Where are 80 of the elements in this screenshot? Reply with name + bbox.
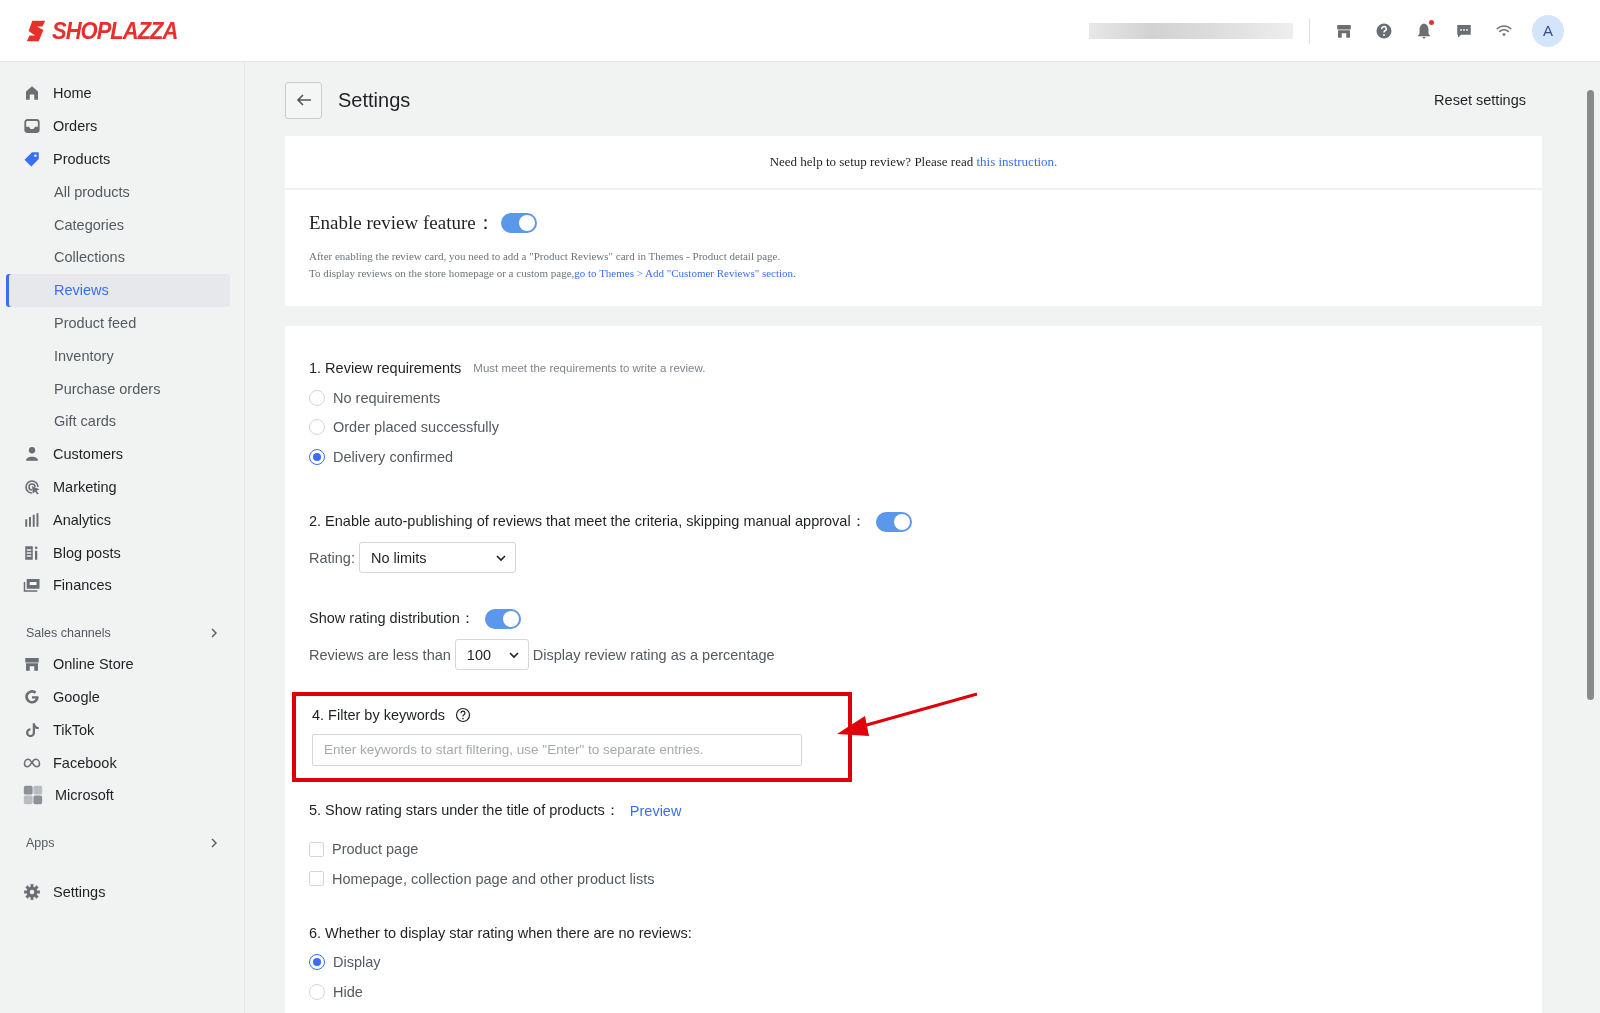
toggle-switch[interactable] <box>500 213 537 233</box>
sidebar-item[interactable]: Online Store <box>9 647 230 681</box>
section-title: 1. Review requirements <box>309 360 462 376</box>
arrow-left-icon <box>295 92 312 108</box>
person-icon <box>23 445 41 464</box>
sidebar-item[interactable]: Google <box>9 680 230 714</box>
sidebar-item[interactable]: Marketing <box>9 470 230 504</box>
section-title: 5. Show rating stars under the title of products： <box>309 801 620 820</box>
option-label: Homepage, collection page and other product lists <box>332 870 655 887</box>
sidebar-item[interactable]: Customers <box>9 437 230 471</box>
sidebar-item[interactable]: Products <box>9 142 230 176</box>
logo-text: SHOPLAZZA <box>52 16 178 45</box>
sidebar-item[interactable]: Gift cards <box>9 404 230 438</box>
keywords-input[interactable]: Enter keywords to start filtering, use "Enter" to separate entries. <box>312 733 802 766</box>
sidebar-item[interactable]: Blog posts <box>9 536 230 569</box>
sidebar-item[interactable]: Categories <box>9 208 230 241</box>
bar-chart-icon <box>23 510 41 529</box>
radio-button[interactable] <box>309 954 325 971</box>
help-text: Need help to setup review? Please read this instruction. <box>769 154 1058 169</box>
sidebar-item[interactable]: Home <box>9 77 230 110</box>
monitor-icon <box>23 576 41 595</box>
g-logo-icon <box>23 687 41 706</box>
suffix-text: Display review rating as a percentage <box>532 646 775 663</box>
hint-text: Must meet the requirements to write a review. <box>473 362 706 374</box>
target-cursor-icon <box>23 477 41 496</box>
field-label: Reviews are less than <box>309 646 451 663</box>
sidebar-item[interactable]: Facebook <box>9 746 230 779</box>
sidebar-item[interactable]: Settings <box>9 875 230 909</box>
sidebar-item[interactable]: Purchase orders <box>9 372 230 405</box>
dropdown[interactable]: No limits <box>358 542 516 573</box>
section-header[interactable]: Sales channels <box>9 617 230 648</box>
section-title: 6. Whether to display star rating when there are no reviews: <box>309 924 692 941</box>
help-icon <box>1375 21 1393 40</box>
bell-icon <box>1415 21 1433 40</box>
help-circle-icon <box>454 706 471 723</box>
sidebar-item[interactable]: TikTok <box>9 713 230 747</box>
sidebar-item[interactable]: Orders <box>9 109 230 143</box>
toggle-switch[interactable] <box>484 608 521 629</box>
reset-settings-link[interactable]: Reset settings <box>1434 92 1526 108</box>
sidebar-item[interactable]: Analytics <box>9 503 230 537</box>
section-header[interactable]: Apps <box>9 827 230 858</box>
sidebar-item[interactable]: Reviews <box>9 273 230 307</box>
home-icon <box>23 84 41 103</box>
tag-icon <box>23 150 41 168</box>
note-text: To display reviews on the store homepage or a custom page,go to Themes > Add "Customer Reviews" section. <box>309 266 797 281</box>
sidebar-item[interactable]: Microsoft <box>9 778 230 812</box>
settings-icon <box>23 883 41 902</box>
sidebar-item[interactable]: Product feed <box>9 306 230 340</box>
preview-link[interactable]: Preview <box>629 802 682 819</box>
checkbox[interactable] <box>309 841 324 857</box>
option-label: Order placed successfully <box>333 419 499 436</box>
instruction-link[interactable]: this instruction. <box>976 154 1058 169</box>
sidebar-item[interactable]: Finances <box>9 568 230 602</box>
option-label: Display <box>333 954 381 971</box>
four-squares-icon <box>23 785 43 806</box>
radio-button[interactable] <box>309 448 325 465</box>
section-title: Show rating distribution： <box>309 609 475 628</box>
enable-label: Enable review feature： <box>309 211 495 235</box>
field-label: Rating: <box>309 549 355 566</box>
themes-link[interactable]: go to Themes > Add "Customer Reviews" section. <box>574 267 796 279</box>
logo-mark-icon <box>24 18 48 43</box>
sidebar-item[interactable]: Inventory <box>9 339 230 373</box>
note-text: After enabling the review card, you need to add a "Product Reviews" card in Themes - Product detail page. <box>309 249 782 264</box>
option-label: Product page <box>332 841 419 858</box>
checkbox[interactable] <box>309 871 324 887</box>
page-title: Settings <box>338 88 411 112</box>
sidebar-item[interactable]: All products <box>9 175 230 209</box>
music-note-icon <box>23 720 41 739</box>
option-label: Delivery confirmed <box>333 448 454 465</box>
toggle-switch[interactable] <box>875 511 912 532</box>
back-button[interactable] <box>285 81 322 119</box>
option-label: No requirements <box>333 389 441 406</box>
section-title: 4. Filter by keywords <box>312 706 445 723</box>
tray-icon <box>23 117 41 136</box>
storefront-icon <box>23 655 41 674</box>
option-label: Hide <box>333 983 363 1000</box>
dropdown[interactable]: 100 <box>454 639 529 670</box>
sidebar-item[interactable]: Collections <box>9 241 230 274</box>
user-avatar[interactable]: A <box>1532 14 1564 47</box>
section-title: 2. Enable auto-publishing of reviews that meet the criteria, skipping manual approval： <box>309 512 866 531</box>
